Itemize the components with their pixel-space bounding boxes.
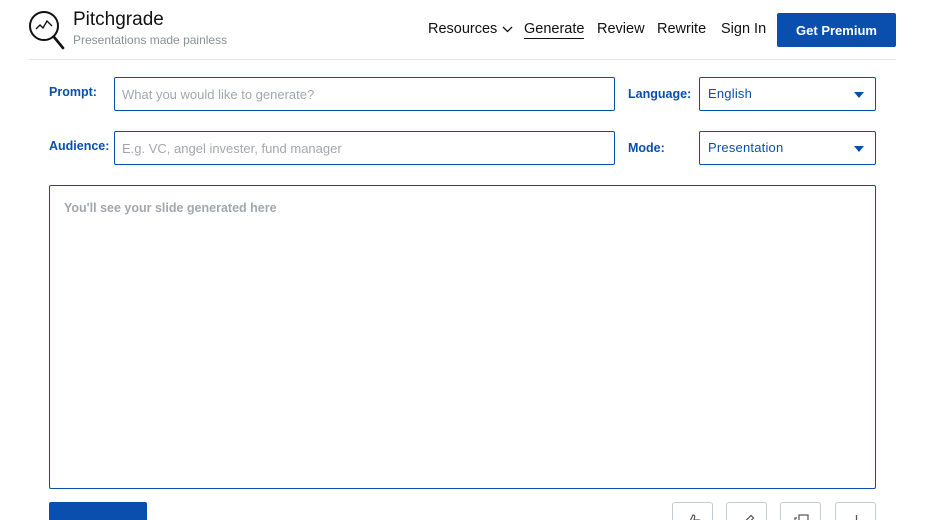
header-divider bbox=[29, 59, 896, 60]
nav-review[interactable]: Review bbox=[597, 21, 645, 37]
mode-select-value: Presentation bbox=[708, 140, 784, 155]
caret-down-icon bbox=[854, 92, 864, 98]
slide-output-area[interactable]: You'll see your slide generated here bbox=[49, 185, 876, 489]
audience-input[interactable] bbox=[114, 131, 615, 165]
feedback-button[interactable] bbox=[672, 502, 713, 520]
audience-label: Audience: bbox=[49, 139, 110, 153]
nav-rewrite[interactable]: Rewrite bbox=[657, 21, 706, 37]
brand-name[interactable]: Pitchgrade bbox=[73, 9, 164, 31]
add-button[interactable] bbox=[835, 502, 876, 520]
mode-label: Mode: bbox=[628, 141, 665, 155]
add-icon bbox=[855, 515, 858, 520]
logo-magnifier-icon[interactable] bbox=[28, 10, 66, 50]
chevron-down-icon bbox=[502, 26, 513, 33]
output-placeholder: You'll see your slide generated here bbox=[64, 201, 277, 215]
generate-button[interactable]: Generate bbox=[49, 502, 147, 520]
language-label: Language: bbox=[628, 87, 692, 101]
prompt-input[interactable] bbox=[114, 77, 615, 111]
nav-resources[interactable]: Resources bbox=[428, 21, 513, 37]
nav-sign-in[interactable]: Sign In bbox=[721, 21, 766, 37]
thumbs-icon bbox=[689, 514, 701, 520]
get-premium-button[interactable]: Get Premium bbox=[777, 13, 896, 47]
copy-icon bbox=[794, 514, 809, 520]
copy-button[interactable] bbox=[780, 502, 821, 520]
top-header: Pitchgrade Presentations made painless R… bbox=[0, 0, 925, 60]
caret-down-icon bbox=[854, 146, 864, 152]
mode-select[interactable]: Presentation bbox=[699, 131, 876, 165]
brand-tagline: Presentations made painless bbox=[73, 33, 228, 47]
nav-resources-label: Resources bbox=[428, 21, 498, 37]
edit-button[interactable] bbox=[726, 502, 767, 520]
pencil-icon bbox=[745, 514, 755, 520]
language-select-value: English bbox=[708, 86, 753, 101]
prompt-label: Prompt: bbox=[49, 85, 97, 99]
nav-generate[interactable]: Generate bbox=[524, 21, 585, 39]
language-select[interactable]: English bbox=[699, 77, 876, 111]
